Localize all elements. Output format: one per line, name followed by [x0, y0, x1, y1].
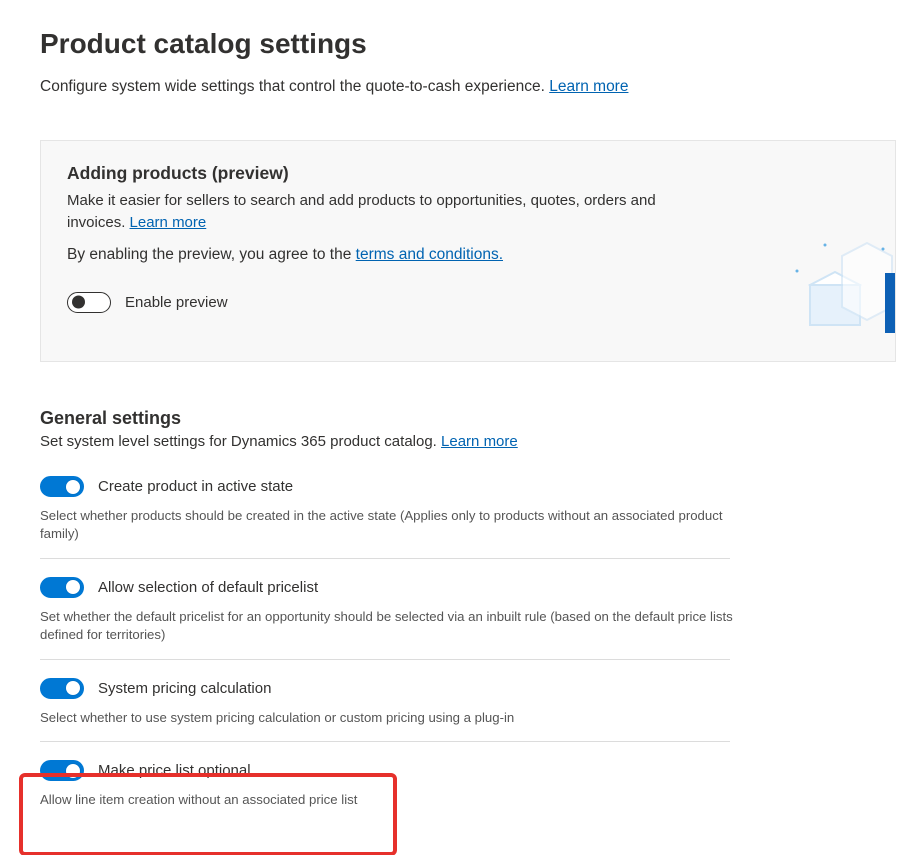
toggle-make-price-list-optional[interactable]	[40, 760, 84, 781]
enable-preview-toggle[interactable]	[67, 292, 111, 313]
toggle-knob	[66, 480, 80, 494]
setting-help: Set whether the default pricelist for an…	[40, 608, 740, 645]
toggle-knob	[66, 764, 80, 778]
setting-system-pricing-calc: System pricing calculation Select whethe…	[40, 660, 900, 741]
page-subtitle-text: Configure system wide settings that cont…	[40, 78, 545, 95]
general-settings-sub: Set system level settings for Dynamics 3…	[40, 433, 900, 450]
terms-and-conditions-link[interactable]: terms and conditions.	[356, 246, 503, 263]
setting-allow-default-pricelist: Allow selection of default pricelist Set…	[40, 559, 900, 659]
preview-learn-more-link[interactable]: Learn more	[130, 214, 207, 231]
toggle-knob	[66, 681, 80, 695]
setting-label: System pricing calculation	[98, 680, 271, 697]
general-settings-heading: General settings	[40, 408, 900, 429]
setting-make-price-list-optional: Make price list optional Allow line item…	[40, 742, 900, 823]
setting-create-product-active: Create product in active state Select wh…	[40, 472, 900, 558]
setting-label: Make price list optional	[98, 762, 251, 779]
setting-label: Create product in active state	[98, 478, 293, 495]
preview-card: Adding products (preview) Make it easier…	[40, 140, 896, 362]
toggle-knob	[72, 296, 85, 309]
enable-preview-label: Enable preview	[125, 294, 228, 311]
preview-card-terms: By enabling the preview, you agree to th…	[67, 246, 869, 264]
toggle-allow-default-pricelist[interactable]	[40, 577, 84, 598]
preview-card-heading: Adding products (preview)	[67, 163, 869, 184]
general-learn-more-link[interactable]: Learn more	[441, 433, 518, 450]
setting-help: Select whether products should be create…	[40, 507, 740, 544]
page-title: Product catalog settings	[40, 28, 900, 60]
setting-help: Select whether to use system pricing cal…	[40, 709, 740, 727]
preview-card-desc: Make it easier for sellers to search and…	[67, 190, 667, 234]
toggle-knob	[66, 580, 80, 594]
setting-label: Allow selection of default pricelist	[98, 579, 318, 596]
learn-more-link-header[interactable]: Learn more	[549, 78, 628, 95]
setting-help: Allow line item creation without an asso…	[40, 791, 740, 809]
toggle-system-pricing-calc[interactable]	[40, 678, 84, 699]
general-settings-sub-text: Set system level settings for Dynamics 3…	[40, 433, 437, 450]
preview-terms-prefix: By enabling the preview, you agree to th…	[67, 246, 356, 263]
page-subtitle: Configure system wide settings that cont…	[40, 78, 900, 96]
enable-preview-toggle-row: Enable preview	[67, 292, 869, 313]
toggle-create-product-active[interactable]	[40, 476, 84, 497]
